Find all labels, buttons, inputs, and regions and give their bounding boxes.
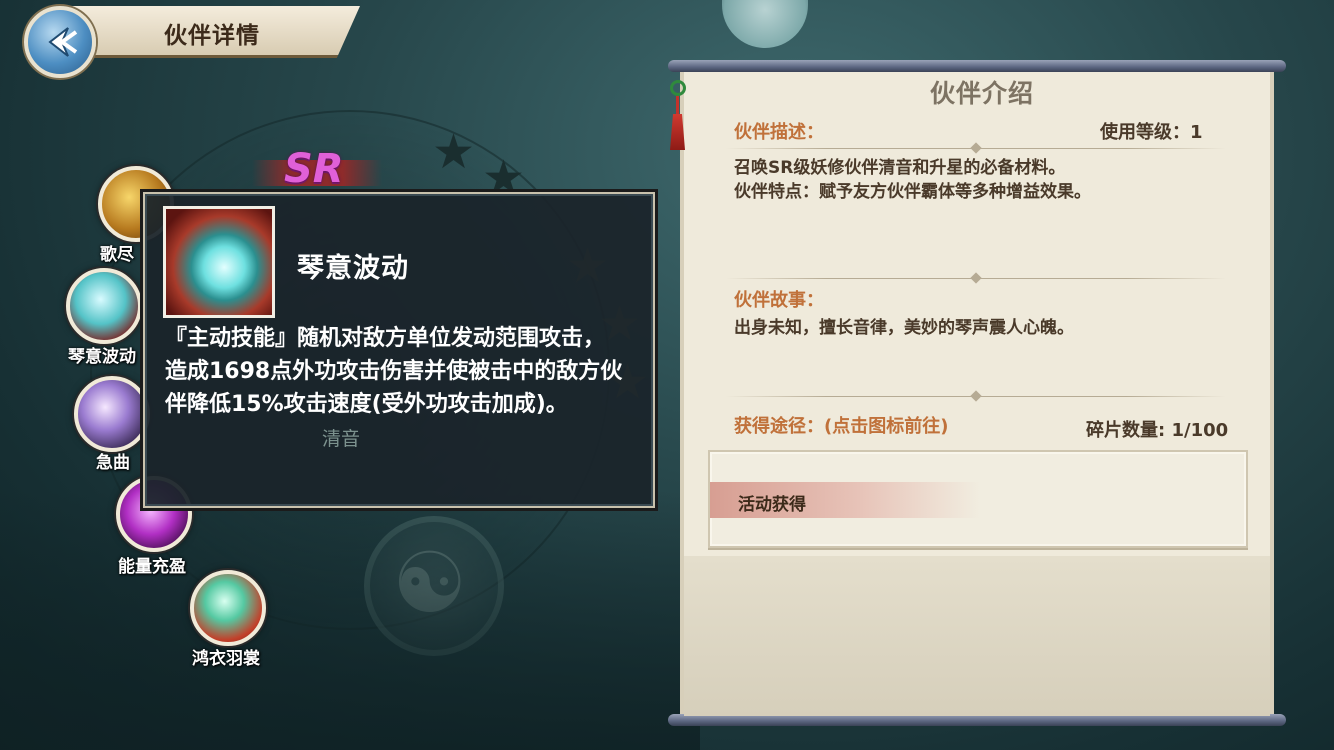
source-item-activity[interactable]: 活动获得 [710, 482, 980, 518]
divider [726, 148, 1226, 149]
tassel-icon [668, 80, 688, 154]
desc-label: 伙伴描述： [734, 122, 824, 143]
desc-line-2: 伙伴特点：赋予友方伙伴霸体等多种增益效果。 [734, 182, 1091, 202]
page-title: 伙伴详情 [164, 23, 260, 49]
divider [726, 396, 1226, 397]
source-item-label: 活动获得 [738, 495, 806, 515]
rarity-badge: SR [284, 146, 344, 192]
story-label: 伙伴故事： [734, 290, 824, 311]
fragment-count: 碎片数量: 1/100 [1086, 420, 1229, 441]
panel-lower-area [684, 556, 1270, 716]
background-moon [722, 0, 808, 48]
desc-line-1: 召唤SR级妖修伙伴清音和升星的必备材料。 [734, 158, 1066, 178]
story-text: 出身未知，擅长音律，美妙的琴声震人心魄。 [734, 318, 1074, 338]
skill-rapid-tune-icon[interactable] [74, 376, 150, 452]
scroll-rod-top [668, 60, 1286, 72]
skill-tooltip: 琴意波动 『主动技能』随机对敌方单位发动范围攻击，造成1698点外功攻击伤害并使… [143, 192, 655, 508]
skill-label-feather-robe: 鸿衣羽裳 [192, 649, 260, 669]
skill-qin-wave-icon[interactable] [66, 268, 142, 344]
level-requirement: 使用等级：1 [1100, 122, 1203, 143]
panel-title: 伙伴介绍 [930, 79, 1035, 108]
star-icon: ★ [432, 124, 476, 180]
back-arrow-icon [48, 27, 78, 57]
skill-label-song: 歌尽 [100, 245, 134, 265]
back-button[interactable] [24, 6, 96, 78]
skill-label-qin-wave: 琴意波动 [68, 347, 136, 367]
tooltip-skill-name: 琴意波动 [297, 253, 409, 284]
skill-qin-wave-icon [163, 206, 275, 318]
partner-name-faded: 清音 [322, 428, 361, 450]
skill-label-energy: 能量充盈 [118, 557, 186, 577]
source-label: 获得途径：(点击图标前往) [734, 416, 949, 437]
skill-feather-robe-icon[interactable] [190, 570, 266, 646]
tooltip-skill-description: 『主动技能』随机对敌方单位发动范围攻击，造成1698点外功攻击伤害并使被击中的敌… [165, 326, 623, 417]
background-mountains [0, 490, 700, 750]
divider [726, 278, 1226, 279]
skill-label-rapid-tune: 急曲 [96, 453, 130, 473]
